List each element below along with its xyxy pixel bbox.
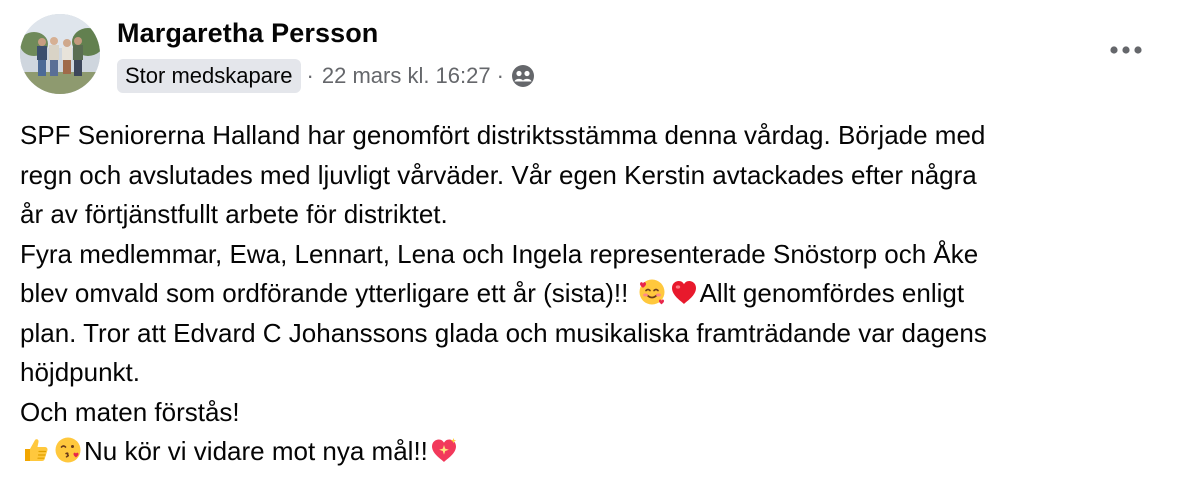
post-line: Och maten förstås! xyxy=(20,396,240,427)
post-line: höjdpunkt. xyxy=(20,357,140,387)
sparkling-heart-icon xyxy=(429,435,459,465)
post-line: plan. Tror att Edvard C Johanssons glada… xyxy=(20,317,987,348)
friends-icon[interactable] xyxy=(510,63,536,89)
facebook-post: Margaretha Persson Stor medskapare · 22 … xyxy=(0,0,1188,488)
post-line: regn och avslutades med ljuvligt vårväde… xyxy=(20,159,977,190)
post-meta: Stor medskapare · 22 mars kl. 16:27 · xyxy=(117,58,536,94)
post-line: Fyra medlemmar, Ewa, Lennart, Lena och I… xyxy=(20,238,979,269)
smiling-face-with-hearts-icon xyxy=(637,277,667,307)
post-text: SPF Seniorerna Halland har genomfört dis… xyxy=(20,116,1175,472)
thumbs-up-icon xyxy=(21,435,51,465)
meta-separator: · xyxy=(306,63,314,88)
more-options-button[interactable] xyxy=(1100,30,1152,70)
face-blowing-kiss-icon xyxy=(53,435,83,465)
post-line: år av förtjänstfullt arbete för distrikt… xyxy=(20,199,448,229)
post-line-with-emoji: blev omvald som ordförande ytterligare e… xyxy=(20,274,1175,314)
meta-separator-2: · xyxy=(496,63,504,88)
red-heart-icon xyxy=(669,277,699,307)
contributor-badge[interactable]: Stor medskapare xyxy=(117,59,301,93)
post-timestamp[interactable]: 22 mars kl. 16:27 xyxy=(322,63,491,89)
more-options-icon xyxy=(1108,45,1144,55)
avatar[interactable] xyxy=(20,14,100,94)
post-line-segment: Allt genomfördes enligt xyxy=(699,278,965,308)
post-line: SPF Seniorerna Halland har genomfört dis… xyxy=(20,120,986,150)
post-line-with-emoji: Nu kör vi vidare mot nya mål!! xyxy=(20,432,1175,472)
post-line-segment: blev omvald som ordförande ytterligare e… xyxy=(20,278,629,308)
author-name[interactable]: Margaretha Persson xyxy=(117,18,378,49)
post-line-segment: Nu kör vi vidare mot nya mål!! xyxy=(84,436,428,466)
